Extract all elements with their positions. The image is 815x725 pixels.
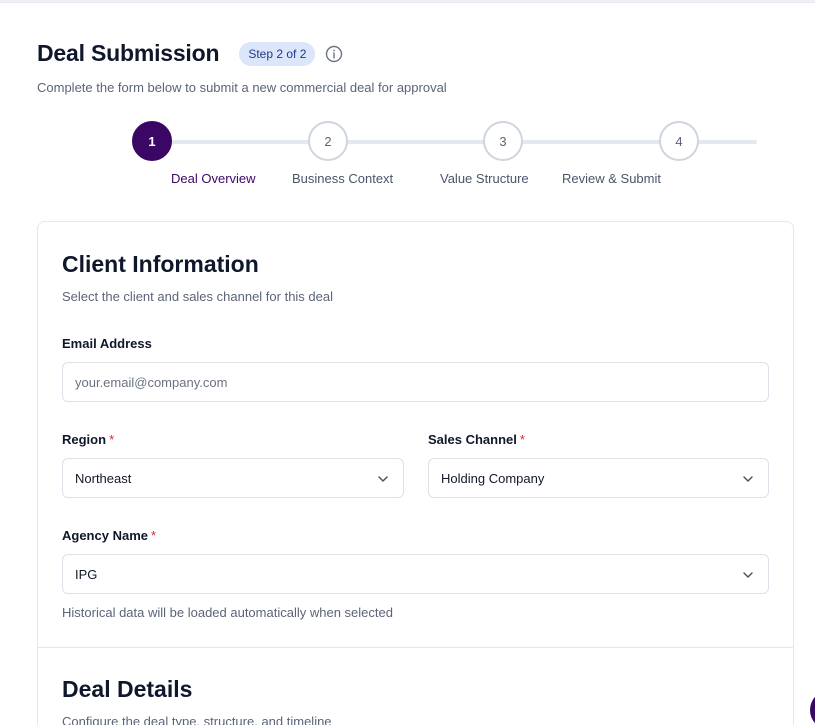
client-section-title: Client Information (62, 251, 259, 277)
step-2-circle[interactable]: 2 (308, 121, 348, 161)
progress-stepper: 1 2 3 4 Deal Overview Business Context V… (130, 120, 760, 200)
step-2-label[interactable]: Business Context (292, 171, 393, 186)
sales-channel-required-mark: * (519, 432, 525, 447)
step-1-circle[interactable]: 1 (132, 121, 172, 161)
chevron-down-icon (378, 476, 388, 482)
deal-section-subtitle: Configure the deal type, structure, and … (62, 714, 332, 725)
sales-channel-value: Holding Company (441, 470, 545, 486)
region-select[interactable]: Northeast (62, 458, 404, 498)
step-3-circle[interactable]: 3 (483, 121, 523, 161)
region-required-mark: * (109, 432, 115, 447)
agency-value: IPG (75, 566, 98, 582)
region-value: Northeast (75, 470, 132, 486)
step-4-label[interactable]: Review & Submit (562, 171, 661, 186)
page-header: Deal Submission Step 2 of 2 (37, 40, 343, 67)
step-1-label[interactable]: Deal Overview (171, 171, 256, 186)
chevron-down-icon (743, 572, 753, 578)
info-icon[interactable] (325, 45, 343, 63)
sales-channel-label-text: Sales Channel (428, 432, 517, 447)
sales-channel-label: Sales Channel * (428, 432, 525, 447)
floating-action-button[interactable] (810, 690, 815, 725)
top-border (0, 0, 815, 3)
step-badge: Step 2 of 2 (239, 41, 316, 66)
chevron-down-icon (743, 476, 753, 482)
sales-channel-select[interactable]: Holding Company (428, 458, 769, 498)
region-label: Region * (62, 432, 114, 447)
agency-label: Agency Name * (62, 528, 156, 543)
deal-section-title: Deal Details (62, 676, 193, 702)
email-field[interactable]: your.email@company.com (62, 362, 769, 402)
page-title: Deal Submission (37, 40, 220, 66)
agency-required-mark: * (150, 528, 157, 543)
region-label-text: Region (62, 432, 107, 447)
client-section-subtitle: Select the client and sales channel for … (62, 289, 334, 304)
agency-help-text: Historical data will be loaded automatic… (62, 605, 393, 620)
step-3-label[interactable]: Value Structure (440, 171, 529, 186)
page-subtitle: Complete the form below to submit a new … (37, 80, 447, 95)
email-label: Email Address (62, 336, 152, 351)
email-placeholder: your.email@company.com (75, 374, 228, 390)
section-divider (38, 647, 793, 648)
agency-select[interactable]: IPG (62, 554, 769, 594)
form-card: Client Information Select the client and… (37, 221, 794, 725)
agency-label-text: Agency Name (62, 528, 148, 543)
step-4-circle[interactable]: 4 (659, 121, 699, 161)
